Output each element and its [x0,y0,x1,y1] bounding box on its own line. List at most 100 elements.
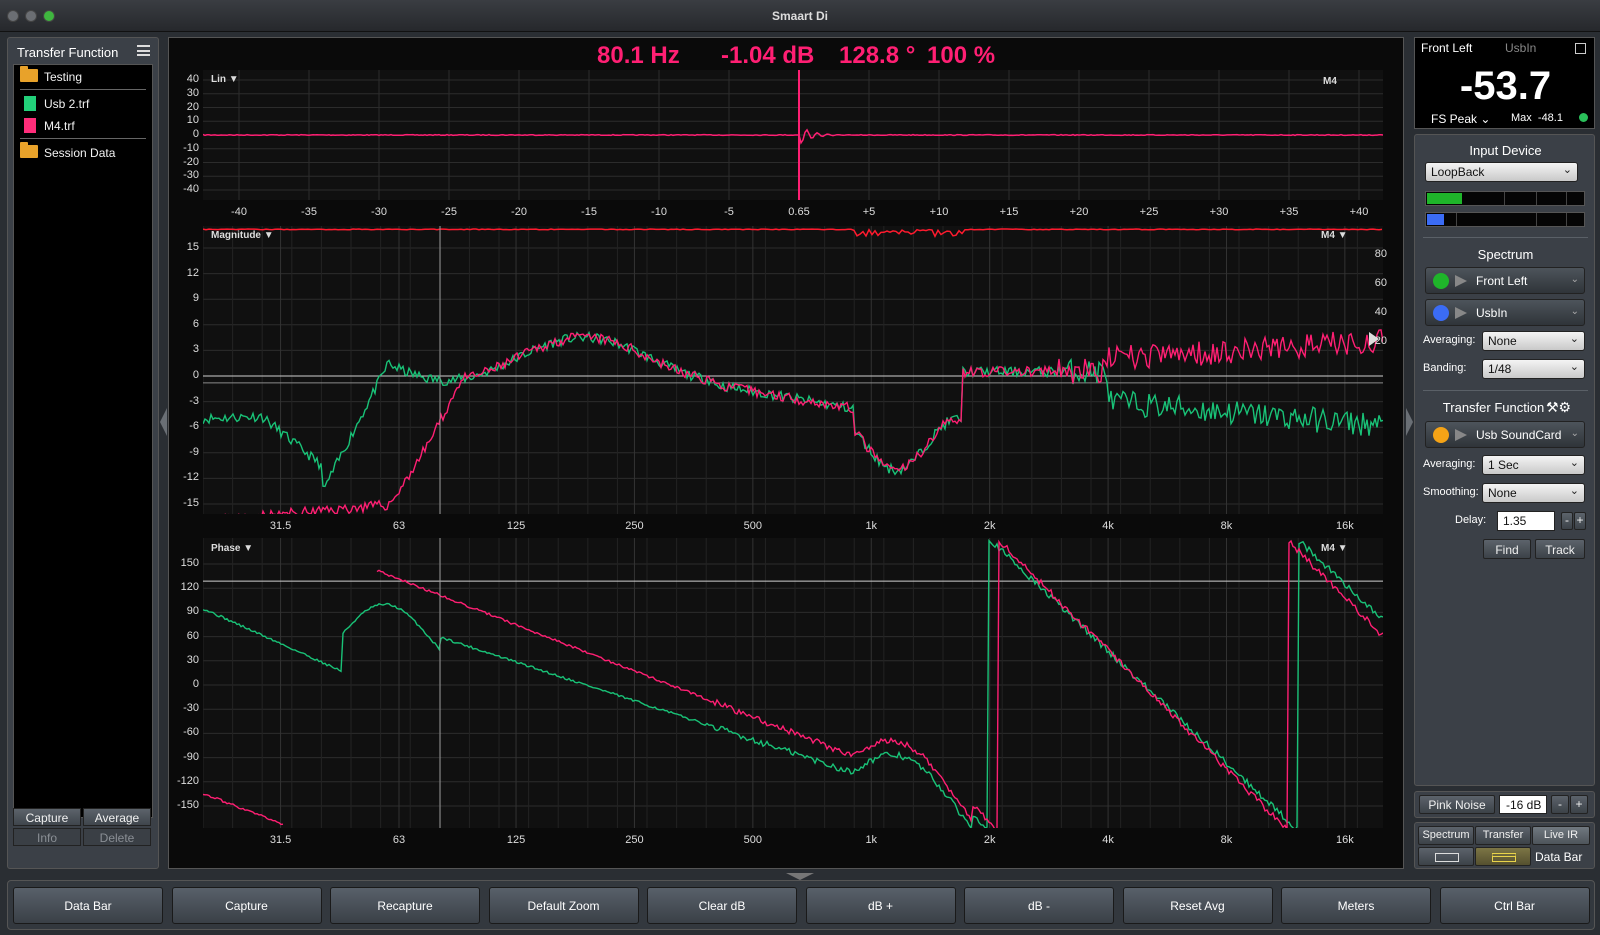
tree-file-usb2[interactable]: Usb 2.trf [14,92,152,114]
split-pane-icon [1492,853,1516,862]
control-panel: Input Device LoopBack Spectrum Front Lef… [1414,134,1595,786]
play-icon[interactable] [1455,307,1467,319]
magnitude-plot[interactable]: Magnitude ▼ M4 ▼ [203,226,1383,514]
magnitude-x-tick: 125 [506,520,526,532]
phase-trace-tag[interactable]: M4 ▼ [1321,543,1348,554]
spectrum-channel-front-left[interactable]: Front Left ⌄ [1425,267,1585,294]
channel-color-icon [1433,273,1449,289]
banding-select[interactable]: 1/48 [1482,359,1585,379]
tree-folder-testing[interactable]: Testing [14,65,152,87]
phase-x-tick: 500 [743,834,763,846]
cmd-db-button[interactable]: dB - [964,887,1114,924]
coherence-y-tick: 40 [1374,306,1387,318]
magnitude-x-tick: 250 [625,520,644,532]
phase-y-tick: -30 [183,702,199,715]
trace-file-icon [24,118,36,133]
input-device-select[interactable]: LoopBack [1425,162,1578,182]
spectrum-averaging-label: Averaging: [1423,334,1476,346]
magnitude-y-tick: 0 [192,369,199,381]
transfer-view-button[interactable]: Transfer [1475,826,1531,845]
cmd-db-button[interactable]: dB + [805,887,956,924]
impulse-response-plot[interactable]: Lin ▼ M4 [203,70,1383,200]
cmd-reset-avg-button[interactable]: Reset Avg [1122,887,1273,924]
phase-y-tick: 30 [186,653,199,666]
input-level-meter-green [1425,191,1585,206]
tree-item-label: M4.trf [44,119,75,133]
cmd-clear-db-button[interactable]: Clear dB [647,887,797,924]
cmd-meters-button[interactable]: Meters [1281,887,1431,924]
title-bar: Smaart Di [0,0,1600,32]
play-icon[interactable] [1455,275,1467,287]
transfer-averaging-select[interactable]: 1 Sec [1482,455,1585,475]
folder-icon [20,142,38,158]
phase-y-tick: 120 [180,581,199,594]
level-fill [1427,214,1445,225]
split-pane-layout-button[interactable] [1475,847,1531,866]
meter-mode-dropdown[interactable]: FS Peak ⌄ [1431,112,1490,126]
delay-decrement-button[interactable]: - [1561,512,1573,530]
readout-phase: 128.8 ° [839,42,916,69]
phase-x-tick: 16k [1336,834,1354,846]
capture-trace-button[interactable]: Capture [13,808,81,826]
command-bar: Data Bar Capture Recapture Default Zoom Clea… [7,880,1595,930]
cmd-ctrl-bar-button[interactable]: Ctrl Bar [1439,887,1590,924]
level-meter[interactable]: Front Left UsbIn -53.7 FS Peak ⌄ Max -48… [1414,37,1595,129]
delay-increment-button[interactable]: + [1574,512,1586,530]
banding-label: Banding: [1423,362,1467,374]
data-bar-toggle[interactable]: Data Bar [1535,850,1582,864]
ir-x-tick: -30 [371,206,387,218]
tools-icon[interactable]: ⚒⚙ [1546,399,1571,416]
smoothing-select[interactable]: None [1482,483,1585,503]
magnitude-y-tick: -12 [183,471,199,484]
play-icon[interactable] [1455,429,1467,441]
delete-button[interactable]: Delete [83,828,151,846]
collapse-left-panel-arrow[interactable] [160,408,167,436]
info-button[interactable]: Info [13,828,81,846]
tree-folder-session-data[interactable]: Session Data [14,141,152,163]
ir-scale-dropdown[interactable]: Lin ▼ [211,74,239,85]
tree-item-label: Usb 2.trf [44,97,90,111]
spectrum-averaging-select[interactable]: None [1482,331,1585,351]
command-bar-pull-tab[interactable] [786,873,814,880]
tree-item-label: Testing [44,70,83,84]
live-ir-view-button[interactable]: Live IR [1532,826,1590,845]
phase-dropdown[interactable]: Phase ▼ [211,543,253,554]
magnitude-y-tick: 12 [186,266,199,279]
cmd-data-bar-button[interactable]: Data Bar [13,887,163,924]
menu-icon[interactable] [137,45,150,56]
find-delay-button[interactable]: Find [1483,539,1531,559]
phase-plot[interactable]: Phase ▼ M4 ▼ [203,538,1383,828]
pink-noise-decrement[interactable]: - [1551,795,1569,814]
cmd-capture-button[interactable]: Capture [171,887,322,924]
magnitude-dropdown[interactable]: Magnitude ▼ [211,230,274,241]
single-pane-layout-button[interactable] [1418,847,1474,866]
transfer-averaging-label: Averaging: [1423,458,1476,470]
cmd-default-zoom-button[interactable]: Default Zoom [488,887,639,924]
ir-y-tick: -20 [183,155,199,168]
cmd-recapture-button[interactable]: Recapture [330,887,480,924]
track-delay-button[interactable]: Track [1535,539,1585,559]
spectrum-channel-usbin[interactable]: UsbIn ⌄ [1425,299,1585,326]
tree-file-m4[interactable]: M4.trf [14,114,152,136]
coherence-y-tick: 20 [1374,335,1387,347]
coherence-y-tick: 80 [1374,248,1387,260]
magnitude-trace-tag[interactable]: M4 ▼ [1321,230,1348,241]
chevron-down-icon: ⌄ [1570,306,1579,317]
pink-noise-increment[interactable]: + [1570,795,1588,814]
channel-label: UsbIn [1476,306,1508,320]
magnitude-x-tick: 1k [865,520,878,532]
phase-y-tick: -90 [183,750,199,763]
divider [1423,390,1588,391]
folder-icon [20,66,38,82]
delay-label: Delay: [1455,514,1487,526]
meter-max: Max -48.1 [1511,112,1563,124]
transfer-channel-usb-soundcard[interactable]: Usb SoundCard ⌄ [1425,421,1585,448]
average-trace-button[interactable]: Average [83,808,151,826]
delay-input[interactable]: 1.35 [1497,511,1555,531]
magnitude-y-tick: -6 [189,420,199,433]
spectrum-view-button[interactable]: Spectrum [1418,826,1474,845]
pink-noise-button[interactable]: Pink Noise [1419,795,1495,814]
readout-frequency: 80.1 Hz [597,42,680,69]
pink-noise-level[interactable]: -16 dB [1499,795,1547,814]
pop-out-icon[interactable] [1575,43,1586,54]
